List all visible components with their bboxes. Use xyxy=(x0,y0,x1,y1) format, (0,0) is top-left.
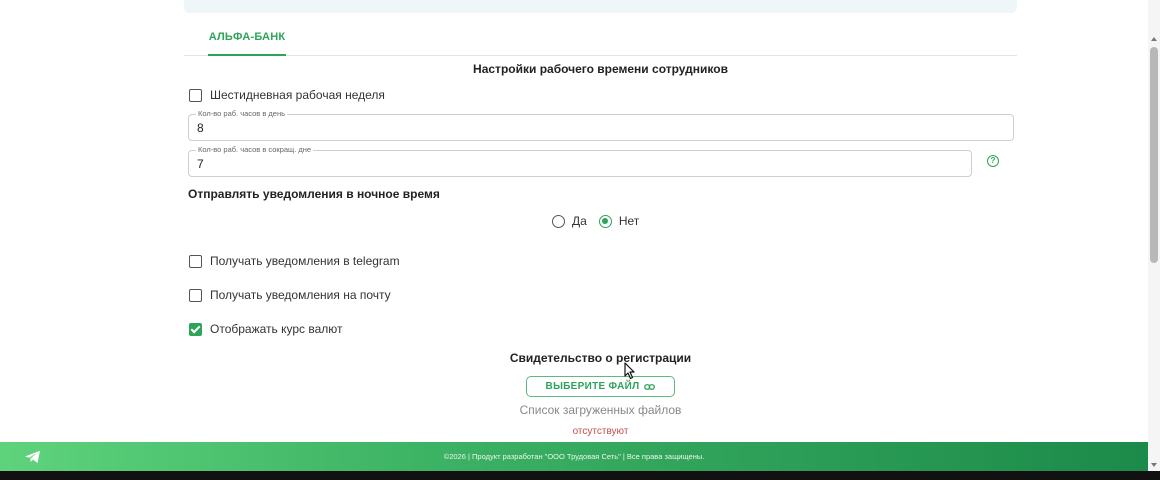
radio-yes[interactable] xyxy=(552,214,565,228)
hours-short-day-field[interactable]: Кол-во раб. часов в сокращ. дне 7 xyxy=(188,145,972,177)
hours-short-day-label: Кол-во раб. часов в сокращ. дне xyxy=(196,145,314,155)
scroll-up-arrow-icon[interactable] xyxy=(1151,37,1157,41)
window-bottom-edge xyxy=(0,471,1160,480)
telegram-icon[interactable] xyxy=(24,450,41,464)
telegram-notifications-checkbox[interactable] xyxy=(189,254,202,268)
page-scrollbar[interactable] xyxy=(1148,0,1160,471)
radio-option-no[interactable]: Нет xyxy=(598,214,640,228)
uploaded-files-title: Список загруженных файлов xyxy=(519,403,682,417)
email-notifications-label: Получать уведомления на почту xyxy=(210,288,391,302)
link-icon xyxy=(644,383,656,390)
night-notifications-radio-group: Да Нет xyxy=(552,214,639,228)
uploaded-files-empty: отсутствуют xyxy=(572,426,629,437)
bank-tabs: АЛЬФА-БАНК xyxy=(184,20,1017,56)
registration-certificate-title: Свидетельство о регистрации xyxy=(509,351,692,365)
question-circle-icon[interactable]: ? xyxy=(987,155,999,167)
choose-file-button[interactable]: ВЫБЕРИТЕ ФАЙЛ xyxy=(526,376,675,397)
footer-copyright: ©2026 | Продукт разработан "ООО Трудовая… xyxy=(443,452,705,461)
radio-yes-label: Да xyxy=(572,214,587,228)
six-day-week-option[interactable]: Шестидневная рабочая неделя xyxy=(189,87,385,103)
choose-file-label: ВЫБЕРИТЕ ФАЙЛ xyxy=(545,381,640,392)
night-notifications-title: Отправлять уведомления в ночное время xyxy=(188,187,440,201)
scrollbar-thumb[interactable] xyxy=(1150,47,1158,263)
currency-rates-option[interactable]: Отображать курс валют xyxy=(189,321,343,337)
info-banner xyxy=(184,0,1017,13)
currency-rates-label: Отображать курс валют xyxy=(210,322,343,336)
radio-no-label: Нет xyxy=(618,214,640,228)
work-time-settings-title: Настройки рабочего времени сотрудников xyxy=(473,62,728,76)
hours-short-day-input[interactable]: 7 xyxy=(197,157,204,171)
radio-no[interactable] xyxy=(598,214,612,228)
tab-alfa-bank[interactable]: АЛЬФА-БАНК xyxy=(208,20,286,56)
radio-option-yes[interactable]: Да xyxy=(552,214,587,228)
mouse-cursor-icon xyxy=(624,362,635,380)
telegram-notifications-label: Получать уведомления в telegram xyxy=(210,254,400,268)
hours-per-day-field[interactable]: Кол-во раб. часов в день 8 xyxy=(188,109,1014,141)
scroll-down-arrow-icon[interactable] xyxy=(1151,463,1157,467)
hours-per-day-label: Кол-во раб. часов в день xyxy=(196,109,288,119)
currency-rates-checkbox[interactable] xyxy=(189,322,202,336)
six-day-week-label: Шестидневная рабочая неделя xyxy=(210,88,385,102)
six-day-week-checkbox[interactable] xyxy=(189,88,202,102)
telegram-notifications-option[interactable]: Получать уведомления в telegram xyxy=(189,253,400,269)
email-notifications-checkbox[interactable] xyxy=(189,288,202,302)
email-notifications-option[interactable]: Получать уведомления на почту xyxy=(189,287,391,303)
page-footer: ©2026 | Продукт разработан "ООО Трудовая… xyxy=(0,442,1148,471)
hours-per-day-input[interactable]: 8 xyxy=(197,121,204,135)
